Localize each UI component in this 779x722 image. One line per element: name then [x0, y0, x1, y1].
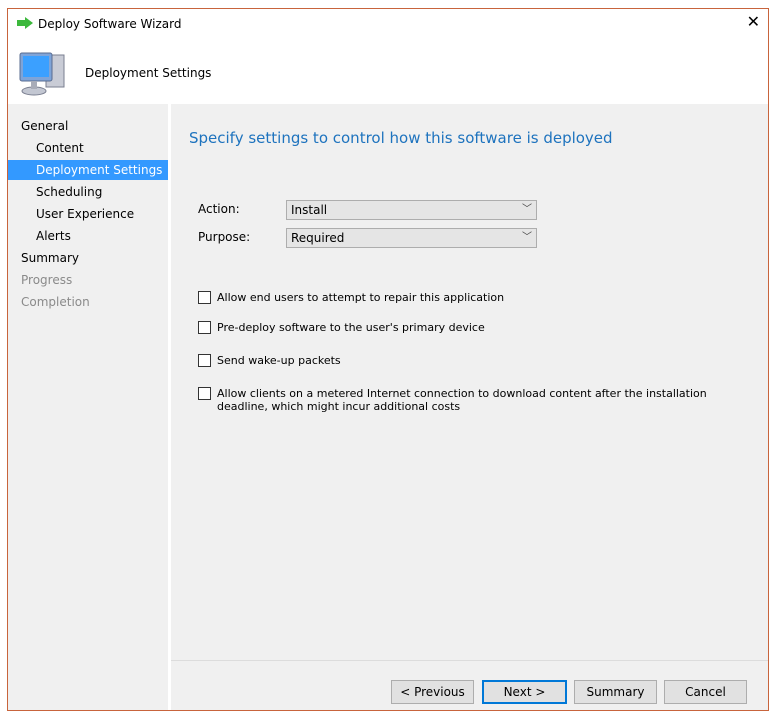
chevron-down-icon: ﹀	[522, 204, 532, 215]
metered-checkbox[interactable]	[198, 387, 211, 400]
computer-icon	[19, 52, 65, 96]
repair-checkbox[interactable]	[198, 291, 211, 304]
chevron-down-icon: ﹀	[522, 232, 532, 243]
page-header-title: Deployment Settings	[85, 66, 212, 80]
action-value: Install	[291, 203, 328, 217]
wakeup-checkbox[interactable]	[198, 354, 211, 367]
metered-checkbox-label[interactable]: Allow clients on a metered Internet conn…	[217, 387, 747, 413]
wizard-nav: General Content Deployment Settings Sche…	[8, 104, 168, 710]
wakeup-checkbox-label[interactable]: Send wake-up packets	[217, 354, 747, 367]
previous-button[interactable]: < Previous	[391, 680, 474, 704]
action-select[interactable]: Install ﹀	[286, 200, 537, 220]
window-title: Deploy Software Wizard	[38, 17, 182, 31]
purpose-select[interactable]: Required ﹀	[286, 228, 537, 248]
nav-general[interactable]: General	[8, 116, 181, 136]
repair-checkbox-label[interactable]: Allow end users to attempt to repair thi…	[217, 291, 747, 304]
nav-deployment-settings[interactable]: Deployment Settings	[8, 160, 168, 180]
main-panel: Specify settings to control how this sof…	[171, 104, 768, 710]
close-icon[interactable]: ✕	[747, 12, 760, 31]
summary-button[interactable]: Summary	[574, 680, 657, 704]
nav-alerts[interactable]: Alerts	[8, 226, 196, 246]
predeploy-checkbox[interactable]	[198, 321, 211, 334]
predeploy-checkbox-label[interactable]: Pre-deploy software to the user's primar…	[217, 321, 747, 334]
nav-progress: Progress	[21, 273, 73, 287]
purpose-label: Purpose:	[198, 230, 251, 244]
footer-divider	[171, 660, 768, 661]
wizard-window: Deploy Software Wizard ✕ Deployment Sett…	[7, 8, 769, 711]
nav-scheduling[interactable]: Scheduling	[8, 182, 196, 202]
nav-summary[interactable]: Summary	[8, 248, 181, 268]
action-label: Action:	[198, 202, 240, 216]
green-arrow-icon	[17, 17, 33, 29]
purpose-value: Required	[291, 231, 345, 245]
nav-user-experience[interactable]: User Experience	[8, 204, 196, 224]
cancel-button[interactable]: Cancel	[664, 680, 747, 704]
nav-content[interactable]: Content	[8, 138, 196, 158]
page-heading: Specify settings to control how this sof…	[189, 129, 613, 147]
next-button[interactable]: Next >	[482, 680, 567, 704]
nav-completion: Completion	[21, 295, 90, 309]
